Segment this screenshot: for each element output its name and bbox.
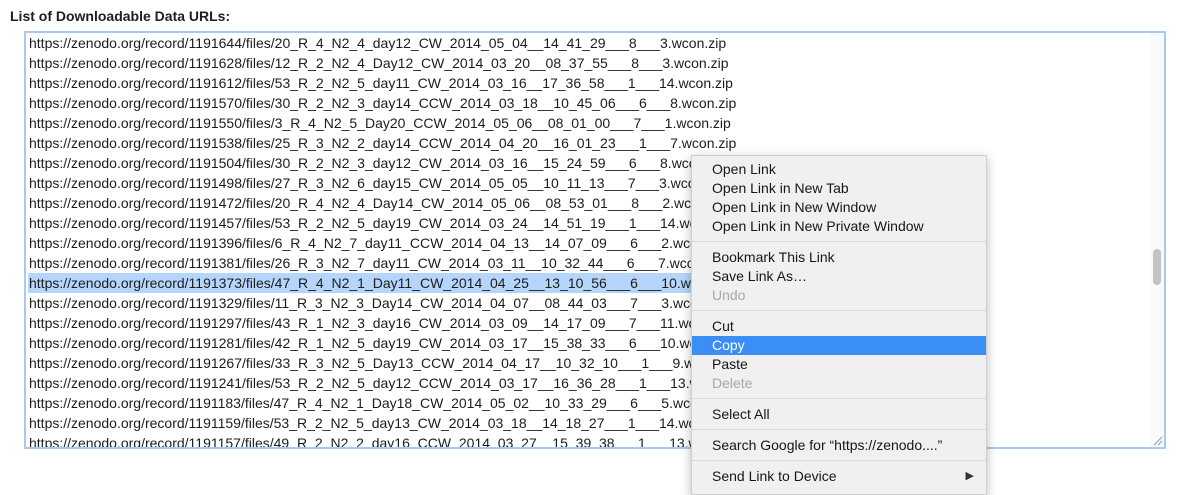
menu-bookmark-link[interactable]: Bookmark This Link [692,248,986,267]
menu-separator [692,310,986,311]
menu-item-label: Open Link in New Private Window [712,218,924,234]
menu-delete: Delete [692,374,986,393]
menu-separator [692,241,986,242]
textarea-scrollbar[interactable] [1150,33,1164,447]
url-textarea[interactable]: https://zenodo.org/record/1191644/files/… [24,31,1166,449]
submenu-arrow-icon: ▶ [965,470,974,482]
url-line[interactable]: https://zenodo.org/record/1191628/files/… [28,53,1148,73]
menu-separator [692,429,986,430]
url-line-selected[interactable]: https://zenodo.org/record/1191373/files/… [28,273,698,293]
menu-paste[interactable]: Paste [692,355,986,374]
scrollbar-thumb[interactable] [1153,249,1161,285]
menu-open-link-new-tab[interactable]: Open Link in New Tab [692,179,986,198]
menu-item-label: Send Link to Device [712,468,837,484]
url-line[interactable]: https://zenodo.org/record/1191612/files/… [28,73,1148,93]
menu-item-label: Search Google for “https://zenodo....” [712,437,943,453]
menu-separator [692,460,986,461]
menu-item-label: Delete [712,375,753,391]
menu-item-label: Select All [712,406,770,422]
menu-item-label: Bookmark This Link [712,249,835,265]
menu-save-link-as[interactable]: Save Link As… [692,267,986,286]
menu-item-label: Open Link in New Window [712,199,877,215]
menu-open-link-private-window[interactable]: Open Link in New Private Window [692,217,986,236]
menu-item-label: Cut [712,318,734,334]
menu-undo: Undo [692,286,986,305]
menu-item-label: Copy [712,337,745,353]
menu-cut[interactable]: Cut [692,317,986,336]
menu-separator [692,398,986,399]
menu-search-google[interactable]: Search Google for “https://zenodo....” [692,436,986,455]
menu-item-label: Undo [712,287,746,303]
menu-item-label: Open Link [712,161,776,177]
resize-grip-icon[interactable] [1152,435,1163,446]
context-menu: Open Link Open Link in New Tab Open Link i… [691,155,987,495]
url-line[interactable]: https://zenodo.org/record/1191550/files/… [28,113,1148,133]
menu-item-label: Paste [712,356,748,372]
url-line[interactable]: https://zenodo.org/record/1191644/files/… [28,33,1148,53]
menu-open-link-new-window[interactable]: Open Link in New Window [692,198,986,217]
url-line[interactable]: https://zenodo.org/record/1191570/files/… [28,93,1148,113]
url-line[interactable]: https://zenodo.org/record/1191538/files/… [28,133,1148,153]
menu-select-all[interactable]: Select All [692,405,986,424]
menu-item-label: Save Link As… [712,268,807,284]
menu-copy[interactable]: Copy [692,336,986,355]
page-heading: List of Downloadable Data URLs: [10,8,231,24]
menu-send-link-to-device[interactable]: Send Link to Device ▶ [692,467,986,486]
menu-item-label: Open Link in New Tab [712,180,849,196]
menu-open-link[interactable]: Open Link [692,160,986,179]
